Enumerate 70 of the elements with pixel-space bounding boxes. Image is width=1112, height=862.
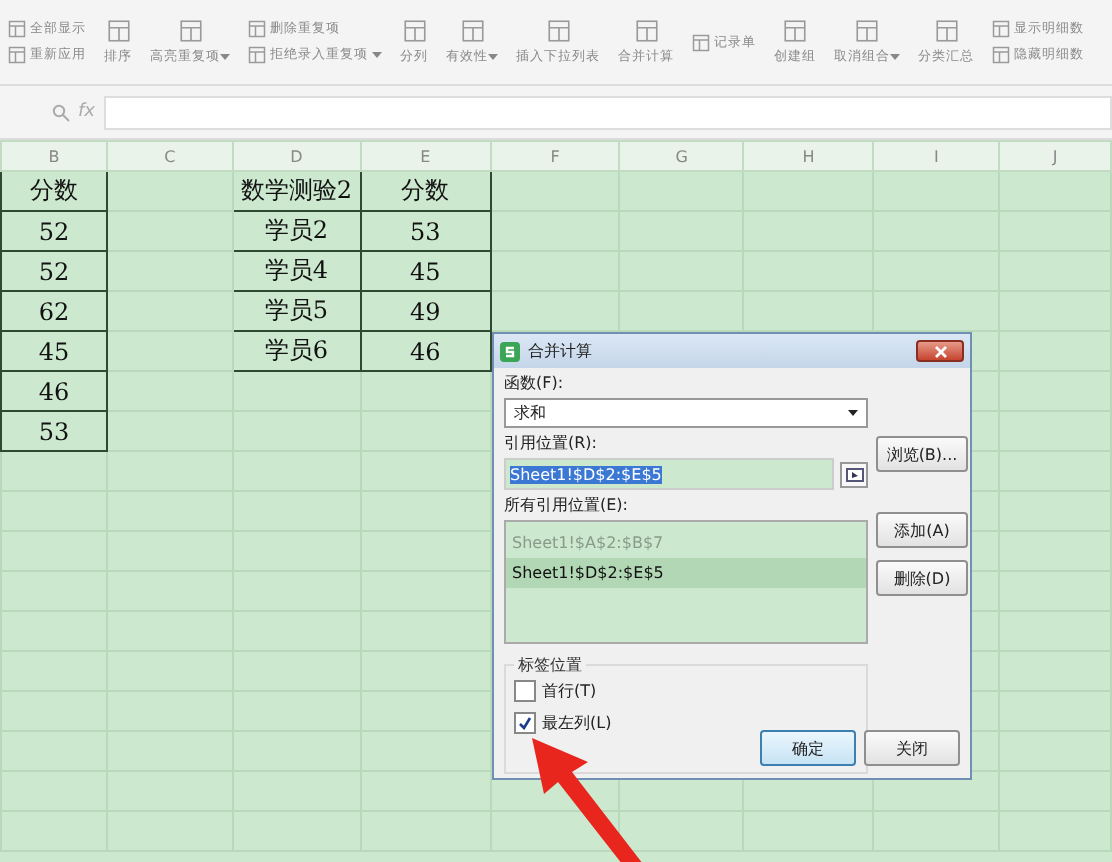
- table-cell: 学员4: [232, 251, 361, 291]
- column-header[interactable]: I: [873, 141, 1000, 171]
- column-header[interactable]: F: [490, 141, 620, 171]
- checkbox[interactable]: [514, 712, 536, 734]
- group-title: 标签位置: [516, 654, 584, 676]
- table-cell: 46: [1, 371, 107, 411]
- table-cell: 学员5: [232, 291, 361, 331]
- browse-button[interactable]: 浏览(B)...: [876, 436, 968, 472]
- delete-button[interactable]: 删除(D): [876, 560, 968, 596]
- column-header[interactable]: C: [106, 141, 233, 171]
- column-header[interactable]: G: [619, 141, 744, 171]
- range-select-icon: [845, 467, 863, 481]
- table-cell: 数学测验2: [232, 171, 361, 211]
- toolbar-icon: [545, 18, 571, 44]
- table-cell: 46: [360, 331, 491, 371]
- field-label: 所有引用位置(E):: [504, 494, 630, 516]
- toolbar-icon: [8, 46, 26, 64]
- toolbar-icon: [177, 18, 203, 44]
- range-picker-button[interactable]: [840, 461, 868, 487]
- column-header[interactable]: H: [743, 141, 874, 171]
- field-label: 引用位置(R):: [504, 432, 599, 454]
- toolbar-icon: [459, 18, 485, 44]
- toolbar-icon: [854, 18, 880, 44]
- list-item[interactable]: Sheet1!$A$2:$B$7: [506, 528, 866, 558]
- close-button[interactable]: [916, 340, 964, 362]
- table-cell: 45: [360, 251, 491, 291]
- function-label[interactable]: fx: [78, 102, 95, 122]
- toolbar-icon: [105, 18, 131, 44]
- toolbar-icon: [8, 20, 26, 38]
- column-header[interactable]: B: [1, 141, 107, 171]
- toolbar-icon: [782, 18, 808, 44]
- table-cell: 45: [1, 331, 107, 371]
- table-cell: 49: [360, 291, 491, 331]
- toolbar-icon: [933, 18, 959, 44]
- table-cell: 学员2: [232, 211, 361, 251]
- toolbar-icon: [248, 20, 266, 38]
- toolbar-icon: [401, 18, 427, 44]
- toolbar-icon: [992, 20, 1010, 38]
- checkbox[interactable]: [514, 680, 536, 702]
- list-item[interactable]: Sheet1!$D$2:$E$5: [506, 558, 866, 588]
- table-cell: 52: [1, 251, 107, 291]
- app-icon: [500, 341, 520, 361]
- table-cell: 分数: [360, 171, 491, 211]
- reference-list[interactable]: Sheet1!$A$2:$B$7 Sheet1!$D$2:$E$5: [504, 520, 868, 644]
- table-cell: 53: [360, 211, 491, 251]
- column-header[interactable]: D: [232, 141, 361, 171]
- table-cell: 52: [1, 211, 107, 251]
- toolbar-icon: [692, 33, 710, 51]
- table-cell: 学员6: [232, 331, 361, 371]
- reference-field[interactable]: Sheet1!$D$2:$E$5: [504, 458, 834, 490]
- cancel-button[interactable]: 关闭: [864, 730, 960, 766]
- ok-button[interactable]: 确定: [760, 730, 856, 766]
- field-label: 函数(F):: [504, 372, 566, 394]
- function-dropdown[interactable]: 求和: [504, 398, 868, 428]
- table-cell: 53: [1, 411, 107, 451]
- checkbox-label: 首行(T): [542, 680, 597, 702]
- toolbar-icon: [992, 46, 1010, 64]
- checkmark-icon: [518, 716, 532, 730]
- formula-field[interactable]: [103, 95, 1112, 129]
- close-icon: [933, 345, 947, 357]
- column-header[interactable]: E: [360, 141, 491, 171]
- toolbar-icon: [248, 46, 266, 64]
- table-cell: 62: [1, 291, 107, 331]
- caret-icon: [848, 410, 858, 416]
- checkbox-label: 最左列(L): [542, 712, 612, 734]
- table-cell: 分数: [1, 171, 107, 211]
- add-button[interactable]: 添加(A): [876, 512, 968, 548]
- toolbar-icon: [633, 18, 659, 44]
- column-header[interactable]: J: [999, 141, 1111, 171]
- dialog-title: 合并计算: [528, 340, 592, 362]
